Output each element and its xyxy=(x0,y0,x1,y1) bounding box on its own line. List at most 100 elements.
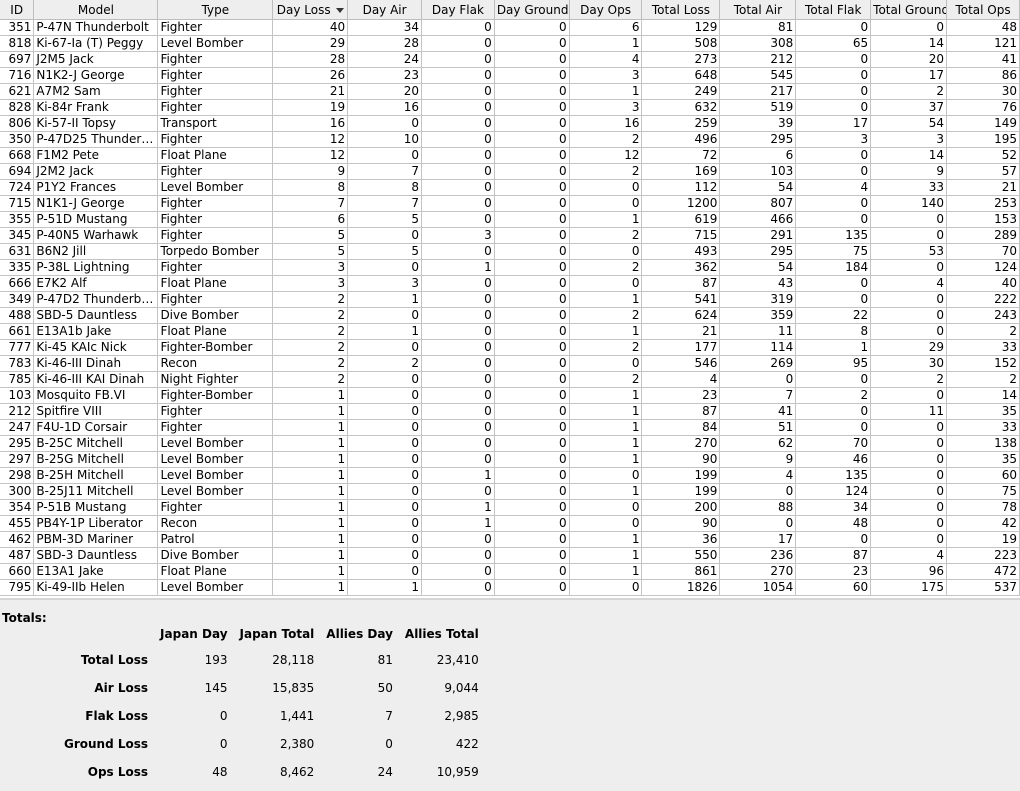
table-row[interactable]: 697 J2M5 Jack Fighter 28 24 0 0 4 273 212 0 20 41 xyxy=(0,51,1020,68)
cell-id: 345 xyxy=(0,227,35,244)
cell-total-loss: 84 xyxy=(641,419,721,436)
table-row[interactable]: 349 P-47D2 Thunderbolt Fighter 2 1 0 0 1 541 319 0… xyxy=(0,291,1020,308)
table-row[interactable]: 351 P-47N Thunderbolt Fighter 40 34 0 0 6 129 81 0… xyxy=(0,19,1020,36)
cell-id: 660 xyxy=(0,563,35,580)
column-header-type[interactable]: Type xyxy=(157,0,274,20)
table-row[interactable]: 785 Ki-46-III KAI Dinah Night Fighter 2 0 0 0 2… xyxy=(0,371,1020,388)
cell-total-ops: 2 xyxy=(946,371,1020,388)
table-row[interactable]: 666 E7K2 Alf Float Plane 3 3 0 0 0 87 43 0 4 40 xyxy=(0,275,1020,292)
table-row[interactable]: 828 Ki-84r Frank Fighter 19 16 0 0 3 632 519 0 37 76 xyxy=(0,99,1020,116)
cell-total-flak: 87 xyxy=(795,547,872,564)
table-row[interactable]: 345 P-40N5 Warhawk Fighter 5 0 3 0 2 715 291 135 0 2… xyxy=(0,227,1020,244)
column-header-total-ops[interactable]: Total Ops xyxy=(946,0,1020,20)
cell-total-ground: 2 xyxy=(870,371,948,388)
cell-total-ground: 14 xyxy=(870,147,948,164)
table-row[interactable]: 668 F1M2 Pete Float Plane 12 0 0 0 12 72 6 0 14 52 xyxy=(0,147,1020,164)
totals-value: 422 xyxy=(455,737,479,751)
column-header-id[interactable]: ID xyxy=(0,0,35,20)
table-row[interactable]: 300 B-25J11 Mitchell Level Bomber 1 0 0 0 1 199 0… xyxy=(0,483,1020,500)
totals-value: 81 xyxy=(377,653,393,667)
table-row[interactable]: 660 E13A1 Jake Float Plane 1 0 0 0 1 861 270 23 96 4… xyxy=(0,563,1020,580)
table-row[interactable]: 355 P-51D Mustang Fighter 6 5 0 0 1 619 466 0 0 153 xyxy=(0,211,1020,228)
cell-total-flak: 0 xyxy=(795,99,872,116)
cell-total-flak: 0 xyxy=(795,291,872,308)
table-row[interactable]: 295 B-25C Mitchell Level Bomber 1 0 0 0 1 270 62 7… xyxy=(0,435,1020,452)
cell-day-air: 0 xyxy=(347,259,422,276)
table-row[interactable]: 715 N1K1-J George Fighter 7 7 0 0 0 1200 807 0 140 2… xyxy=(0,195,1020,212)
table-row[interactable]: 806 Ki-57-II Topsy Transport 16 0 0 0 16 259 39 17… xyxy=(0,115,1020,132)
table-row[interactable]: 631 B6N2 Jill Torpedo Bomber 5 5 0 0 0 493 295 75 5… xyxy=(0,243,1020,260)
cell-total-air: 6 xyxy=(719,147,797,164)
cell-total-ground: 0 xyxy=(870,531,948,548)
table-row[interactable]: 335 P-38L Lightning Fighter 3 0 1 0 2 362 54 184 0 1… xyxy=(0,259,1020,276)
cell-day-ops: 2 xyxy=(569,227,643,244)
column-header-day-ground[interactable]: Day Ground xyxy=(494,0,570,20)
table-row[interactable]: 818 Ki-67-Ia (T) Peggy Level Bomber 29 28 0 0 1… xyxy=(0,35,1020,52)
column-header-day-loss[interactable]: Day Loss xyxy=(272,0,349,20)
cell-day-loss: 1 xyxy=(272,483,349,500)
column-header-day-flak[interactable]: Day Flak xyxy=(421,0,495,20)
cell-total-loss: 861 xyxy=(641,563,721,580)
cell-total-ground: 20 xyxy=(870,51,948,68)
cell-day-ops: 0 xyxy=(569,499,643,516)
table-row[interactable]: 795 Ki-49-IIb Helen Level Bomber 1 1 0 0 0 1826 1… xyxy=(0,579,1020,596)
cell-type: Fighter xyxy=(157,83,274,100)
column-header-total-ground[interactable]: Total Ground xyxy=(870,0,948,20)
cell-total-ops: 121 xyxy=(946,35,1020,52)
cell-model: Ki-46-III KAI Dinah xyxy=(33,371,159,388)
table-row[interactable]: 783 Ki-46-III Dinah Recon 2 2 0 0 0 546 269 95 30 15… xyxy=(0,355,1020,372)
table-row[interactable]: 298 B-25H Mitchell Level Bomber 1 0 1 0 0 199 4 13… xyxy=(0,467,1020,484)
table-row[interactable]: 694 J2M2 Jack Fighter 9 7 0 0 2 169 103 0 9 57 xyxy=(0,163,1020,180)
cell-total-ground: 4 xyxy=(870,275,948,292)
table-row[interactable]: 350 P-47D25 Thunderb... Fighter 12 10 0 0 2 496 2… xyxy=(0,131,1020,148)
cell-day-loss: 1 xyxy=(272,403,349,420)
cell-day-flak: 0 xyxy=(421,179,495,196)
cell-total-ground: 14 xyxy=(870,35,948,52)
cell-day-ground: 0 xyxy=(494,531,570,548)
cell-total-air: 88 xyxy=(719,499,797,516)
cell-day-air: 0 xyxy=(347,499,422,516)
cell-day-ground: 0 xyxy=(494,35,570,52)
column-header-total-flak[interactable]: Total Flak xyxy=(795,0,872,20)
table-row[interactable]: 661 E13A1b Jake Float Plane 2 1 0 0 1 21 11 8 0 2 xyxy=(0,323,1020,340)
table-row[interactable]: 716 N1K2-J George Fighter 26 23 0 0 3 648 545 0 17 8… xyxy=(0,67,1020,84)
cell-day-ops: 12 xyxy=(569,147,643,164)
cell-total-ops: 138 xyxy=(946,435,1020,452)
table-row[interactable]: 487 SBD-3 Dauntless Dive Bomber 1 0 0 0 1 550 236… xyxy=(0,547,1020,564)
cell-id: 621 xyxy=(0,83,35,100)
table-row[interactable]: 212 Spitfire VIII Fighter 1 0 0 0 1 87 41 0 11 35 xyxy=(0,403,1020,420)
cell-day-flak: 0 xyxy=(421,51,495,68)
table-row[interactable]: 103 Mosquito FB.VI Fighter-Bomber 1 0 0 0 1 23 7 2… xyxy=(0,387,1020,404)
table-body: 351 P-47N Thunderbolt Fighter 40 34 0 0 6 129 81 0… xyxy=(0,19,1020,596)
table-row[interactable]: 621 A7M2 Sam Fighter 21 20 0 0 1 249 217 0 2 30 xyxy=(0,83,1020,100)
table-row[interactable]: 297 B-25G Mitchell Level Bomber 1 0 0 0 1 90 9 46 0… xyxy=(0,451,1020,468)
cell-day-air: 1 xyxy=(347,323,422,340)
totals-corner xyxy=(58,622,154,646)
table-row[interactable]: 455 PB4Y-1P Liberator Recon 1 0 1 0 0 90 0 48 0 42 xyxy=(0,515,1020,532)
table-row[interactable]: 488 SBD-5 Dauntless Dive Bomber 2 0 0 0 2 624 359… xyxy=(0,307,1020,324)
cell-total-flak: 8 xyxy=(795,323,872,340)
column-header-day-ops[interactable]: Day Ops xyxy=(569,0,643,20)
column-header-total-loss[interactable]: Total Loss xyxy=(641,0,721,20)
cell-total-air: 41 xyxy=(719,403,797,420)
cell-day-loss: 1 xyxy=(272,547,349,564)
cell-total-ground: 11 xyxy=(870,403,948,420)
cell-total-ground: 0 xyxy=(870,435,948,452)
table-row[interactable]: 247 F4U-1D Corsair Fighter 1 0 0 0 1 84 51 0 0 33 xyxy=(0,419,1020,436)
column-header-label: Day Loss xyxy=(276,2,331,17)
totals-value: 8,462 xyxy=(279,765,315,779)
column-header-model[interactable]: Model xyxy=(33,0,159,20)
table-row[interactable]: 462 PBM-3D Mariner Patrol 1 0 0 0 1 36 17 0 0 19 xyxy=(0,531,1020,548)
column-header-label: Total Loss xyxy=(651,2,711,17)
losses-table-viewport[interactable]: ID Model Type Day Loss Day Air Day Flak … xyxy=(0,0,1020,598)
table-row[interactable]: 724 P1Y2 Frances Level Bomber 8 8 0 0 0 112 54 4 33… xyxy=(0,179,1020,196)
cell-day-ground: 0 xyxy=(494,83,570,100)
cell-type: Level Bomber xyxy=(157,35,274,52)
column-header-total-air[interactable]: Total Air xyxy=(719,0,797,20)
cell-id: 666 xyxy=(0,275,35,292)
cell-type: Fighter xyxy=(157,99,274,116)
cell-type: Fighter-Bomber xyxy=(157,339,274,356)
column-header-day-air[interactable]: Day Air xyxy=(347,0,422,20)
table-row[interactable]: 777 Ki-45 KAIc Nick Fighter-Bomber 2 0 0 0 2 177… xyxy=(0,339,1020,356)
table-row[interactable]: 354 P-51B Mustang Fighter 1 0 1 0 0 200 88 34 0 78 xyxy=(0,499,1020,516)
